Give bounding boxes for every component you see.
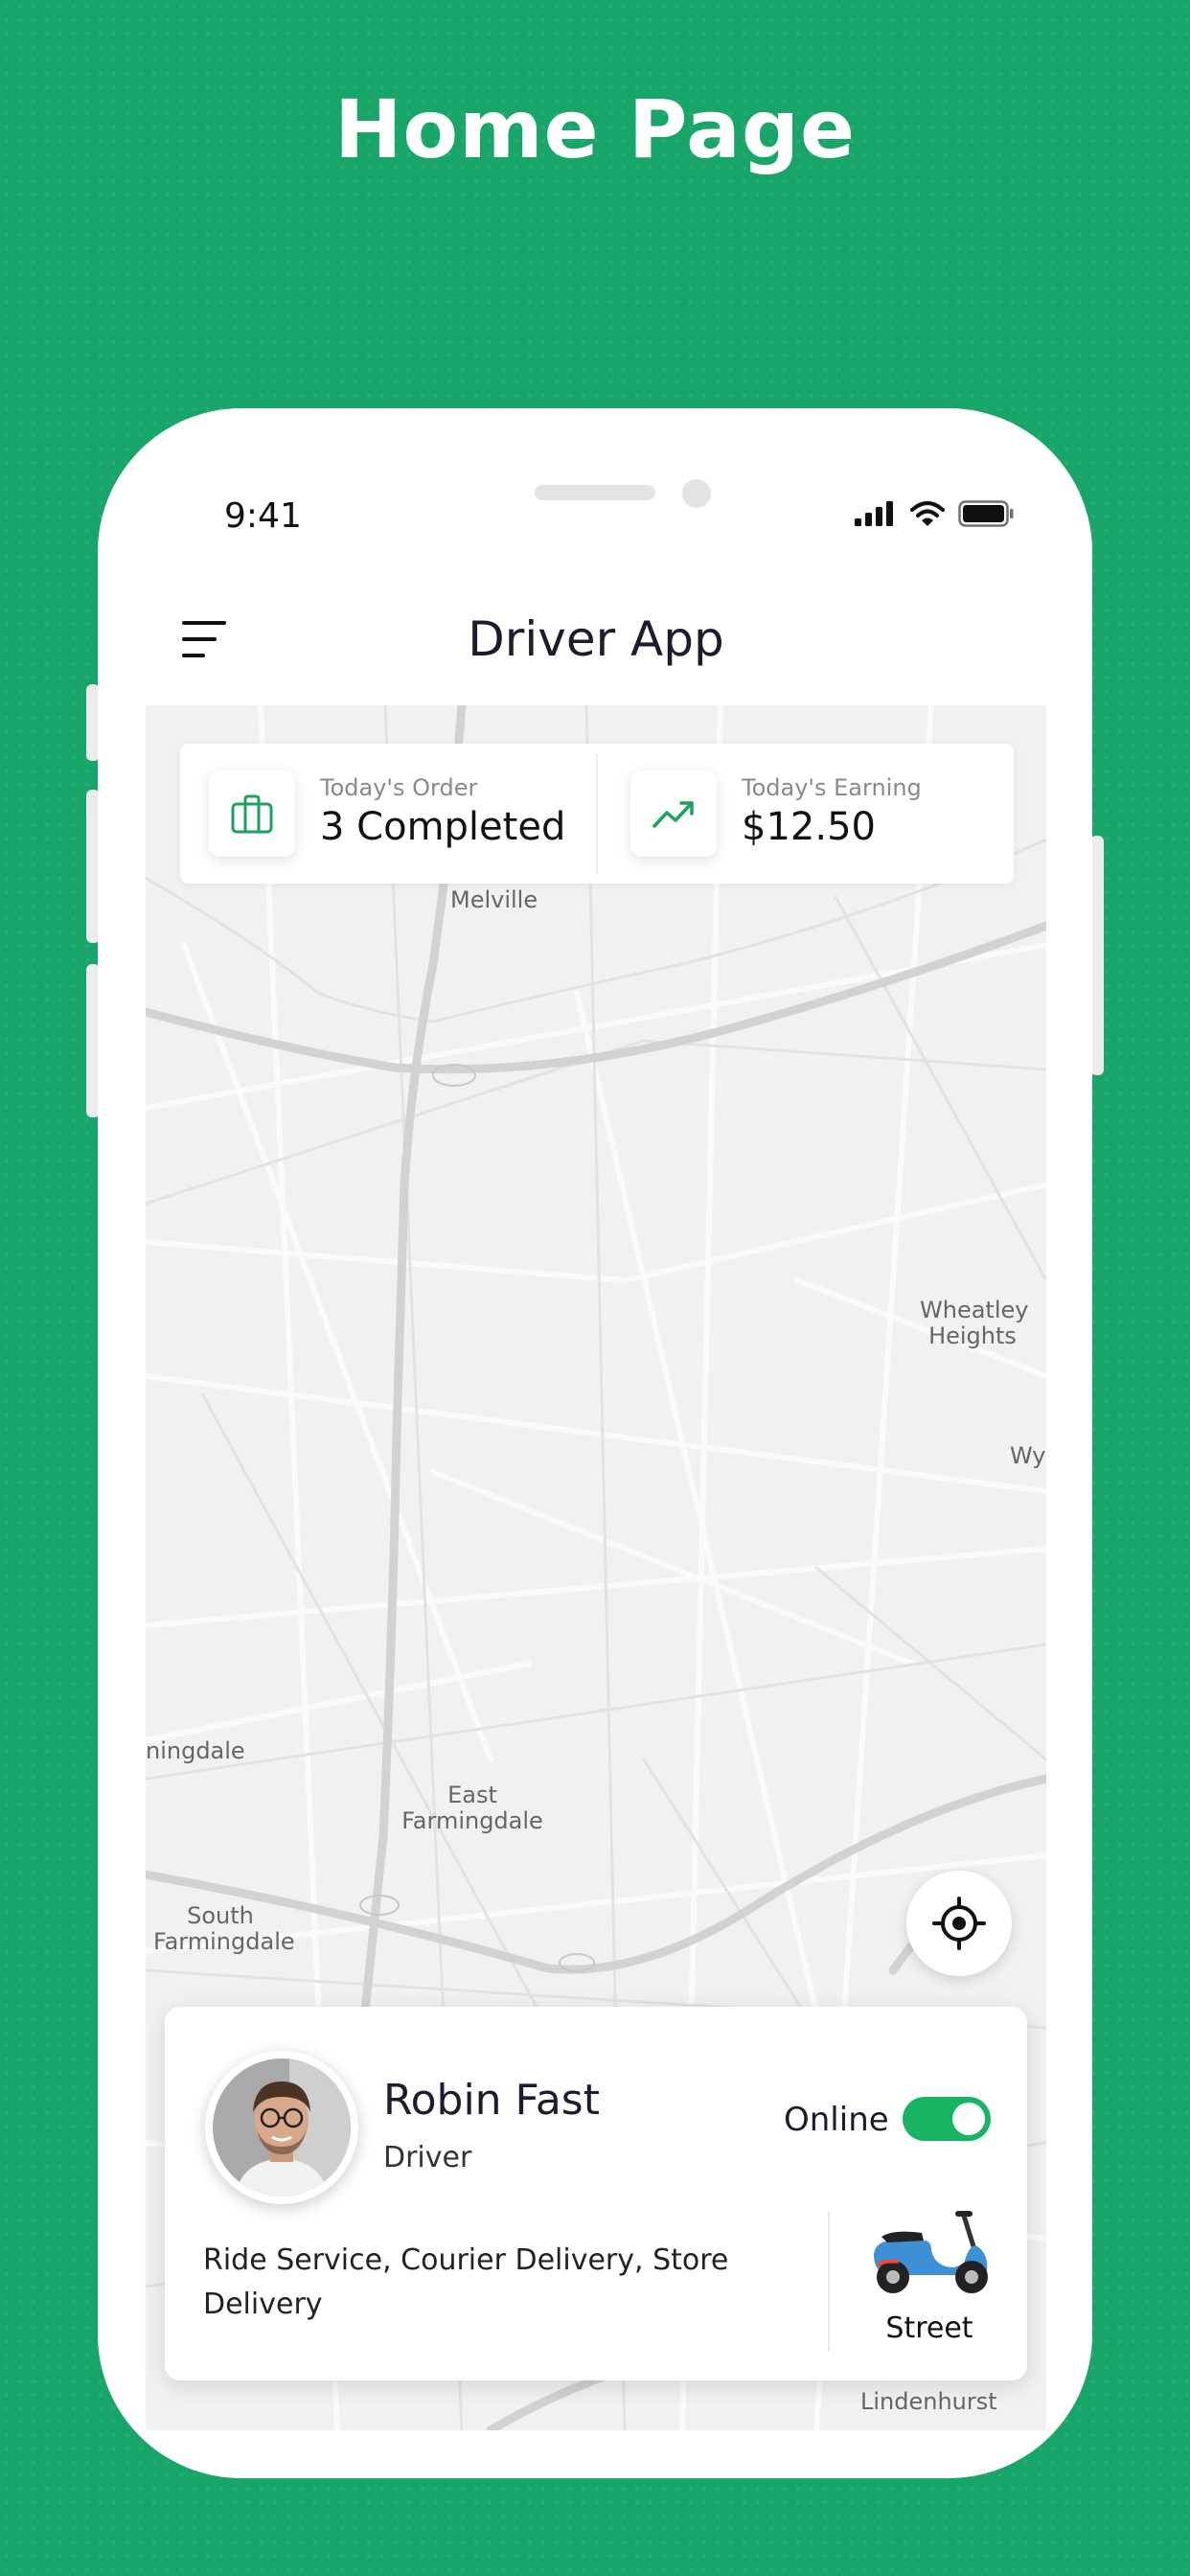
map-label: ningdale — [146, 1737, 245, 1764]
online-status-label: Online — [784, 2101, 889, 2139]
driver-role: Driver — [383, 2141, 472, 2174]
phone-speaker — [535, 485, 655, 500]
signal-icon — [855, 501, 893, 526]
app-header: Driver App — [146, 586, 1046, 692]
driver-card: Robin Fast Driver Online Ride Service, C… — [165, 2007, 1027, 2380]
map-label: Wheatley Heights — [920, 1297, 1029, 1349]
status-icons — [855, 500, 1014, 527]
stat-label: Today's Earning — [742, 774, 922, 801]
stat-divider — [596, 753, 598, 874]
map-label: Lindenhurst — [860, 2388, 997, 2415]
map-label: Wy — [1010, 1442, 1046, 1469]
scooter-icon[interactable] — [864, 2208, 995, 2300]
today-earning-stat[interactable]: Today's Earning $12.50 — [602, 744, 1018, 884]
stat-label: Today's Order — [320, 774, 478, 801]
toggle-knob — [952, 2103, 985, 2135]
page-headline: Home Page — [334, 82, 856, 176]
avatar[interactable] — [205, 2051, 358, 2204]
phone-power-button — [1090, 836, 1104, 1075]
trending-up-icon — [652, 801, 694, 828]
today-order-stat[interactable]: Today's Order 3 Completed — [180, 744, 597, 884]
driver-photo — [213, 2058, 351, 2196]
stat-value: $12.50 — [742, 805, 876, 849]
map-label: South Farmingdale — [153, 1902, 295, 1955]
status-time: 9:41 — [224, 496, 302, 536]
stat-icon-box — [209, 770, 295, 857]
battery-icon — [958, 500, 1014, 527]
stat-value: 3 Completed — [320, 805, 566, 849]
locate-me-button[interactable] — [906, 1871, 1012, 1976]
phone-frame: 9:41 Driver App Melville Wheatley Height… — [98, 408, 1092, 2478]
crosshair-icon — [932, 1897, 986, 1950]
vehicle-divider — [828, 2212, 830, 2352]
page-title: Driver App — [468, 611, 724, 667]
phone-camera — [682, 479, 711, 508]
map-label: East Farmingdale — [401, 1782, 543, 1834]
vehicle-type-label: Street — [885, 2312, 973, 2345]
briefcase-icon — [231, 794, 273, 834]
wifi-icon — [910, 501, 945, 526]
stats-card: Today's Order 3 Completed Today's Earnin… — [180, 744, 1014, 884]
online-toggle[interactable] — [903, 2097, 991, 2141]
map-label: Melville — [450, 886, 538, 913]
stat-icon-box — [630, 770, 717, 857]
driver-name: Robin Fast — [383, 2076, 600, 2125]
driver-services: Ride Service, Courier Delivery, Store De… — [203, 2243, 729, 2321]
